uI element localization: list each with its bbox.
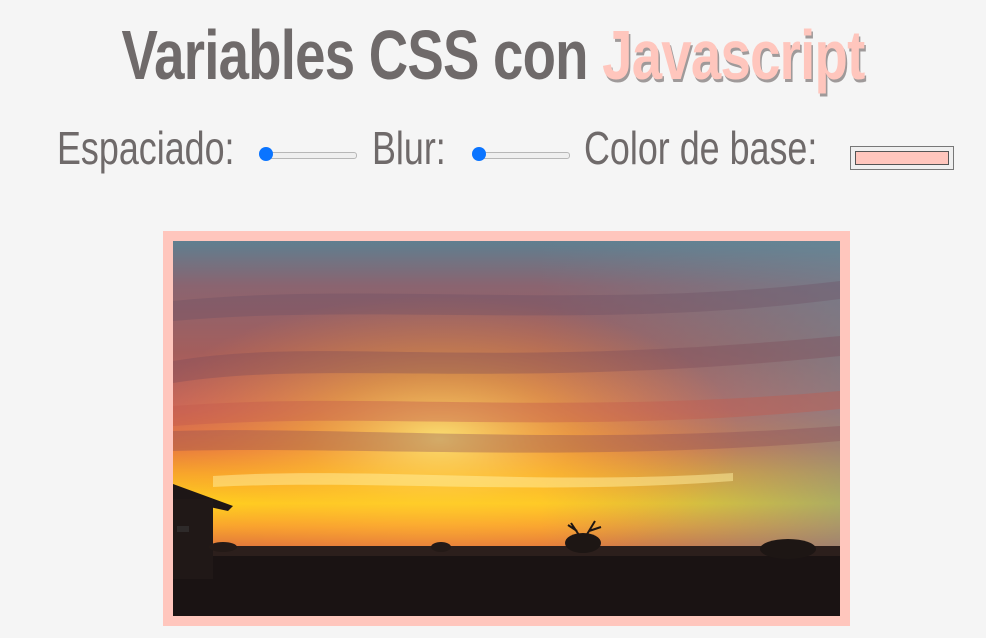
base-color-swatch — [855, 151, 949, 165]
sunset-photo — [173, 241, 840, 616]
blur-slider[interactable] — [472, 146, 570, 162]
sunset-image-frame — [163, 231, 850, 626]
blur-slider-track — [474, 152, 570, 159]
title-accent-text: Javascript — [602, 16, 865, 94]
page-title: Variables CSS con Javascript — [108, 10, 877, 100]
controls-bar: Espaciado: Blur: Color de base: — [0, 118, 986, 178]
spacing-slider[interactable] — [259, 146, 357, 162]
spacing-label: Espaciado: — [57, 122, 235, 174]
spacing-slider-track — [261, 152, 357, 159]
base-color-picker[interactable] — [850, 146, 954, 170]
blur-slider-thumb[interactable] — [472, 147, 486, 161]
title-text: Variables CSS con — [121, 16, 589, 94]
blur-label: Blur: — [372, 122, 446, 174]
spacing-slider-thumb[interactable] — [259, 147, 273, 161]
base-color-label: Color de base: — [584, 122, 818, 174]
